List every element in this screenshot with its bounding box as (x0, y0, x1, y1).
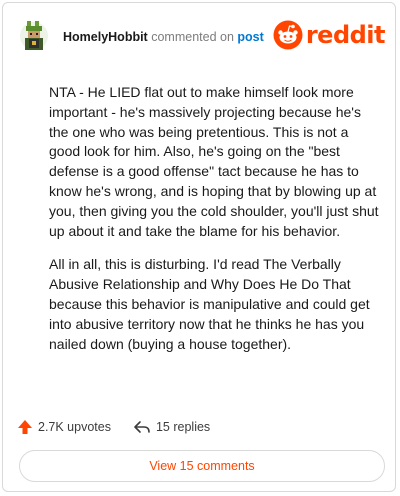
reddit-alien-icon (273, 20, 303, 50)
reply-arrow-icon (134, 421, 150, 433)
comment-card: HomelyHobbit commented on post reddit NT… (2, 2, 396, 492)
view-comments-button[interactable]: View 15 comments (19, 450, 385, 482)
reply-count: 15 replies (155, 420, 211, 434)
commented-on-label: commented on (151, 30, 234, 44)
upvote-button[interactable]: 2.7K upvotes (17, 419, 111, 435)
upvote-count: 2.7K upvotes (38, 420, 111, 434)
reddit-logo[interactable]: reddit (273, 19, 386, 51)
reddit-wordmark: reddit (305, 21, 386, 49)
upvote-arrow-icon (18, 420, 32, 434)
avatar[interactable] (17, 19, 51, 53)
comment-actions: 2.7K upvotes 15 replies (17, 417, 210, 437)
comment-paragraph: All in all, this is disturbing. I'd read… (49, 256, 370, 352)
comment-meta: HomelyHobbit commented on post (63, 30, 264, 44)
comment-body: NTA - He LIED flat out to make himself l… (49, 83, 381, 368)
avatar-image (17, 19, 51, 53)
replies-button[interactable]: 15 replies (133, 419, 210, 435)
comment-header: HomelyHobbit commented on post reddit (17, 19, 387, 55)
comment-paragraph: NTA - He LIED flat out to make himself l… (49, 84, 379, 239)
post-link[interactable]: post (237, 30, 263, 44)
username-link[interactable]: HomelyHobbit (63, 30, 148, 44)
